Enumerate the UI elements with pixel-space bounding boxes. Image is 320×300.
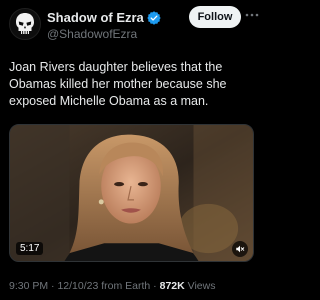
views-label: Views: [187, 280, 216, 292]
author-name-row: Shadow of Ezra: [47, 10, 161, 25]
meta-separator: ·: [150, 280, 160, 292]
views-count: 872K: [159, 280, 185, 292]
tweet-time[interactable]: 9:30 PM: [9, 280, 48, 292]
video-thumbnail: [10, 125, 253, 261]
tweet-text: Joan Rivers daughter believes that the O…: [9, 60, 227, 108]
tweet-metadata: 9:30 PM · 12/10/23 from Earth · 872K Vie…: [9, 280, 215, 292]
speaker-muted-icon[interactable]: [232, 241, 248, 257]
follow-button[interactable]: Follow: [189, 6, 241, 28]
verified-badge-icon[interactable]: [147, 10, 161, 25]
video-duration: 5:17: [16, 242, 44, 255]
video-player[interactable]: 5:17: [9, 124, 254, 262]
punisher-skull-icon: [16, 13, 34, 34]
avatar[interactable]: [9, 8, 41, 40]
more-horizontal-icon[interactable]: [244, 7, 260, 23]
author-display-name[interactable]: Shadow of Ezra: [47, 10, 144, 25]
author-handle[interactable]: @ShadowofEzra: [47, 27, 137, 41]
tweet-date[interactable]: 12/10/23: [57, 280, 98, 292]
tweet-source: from Earth: [101, 280, 151, 292]
